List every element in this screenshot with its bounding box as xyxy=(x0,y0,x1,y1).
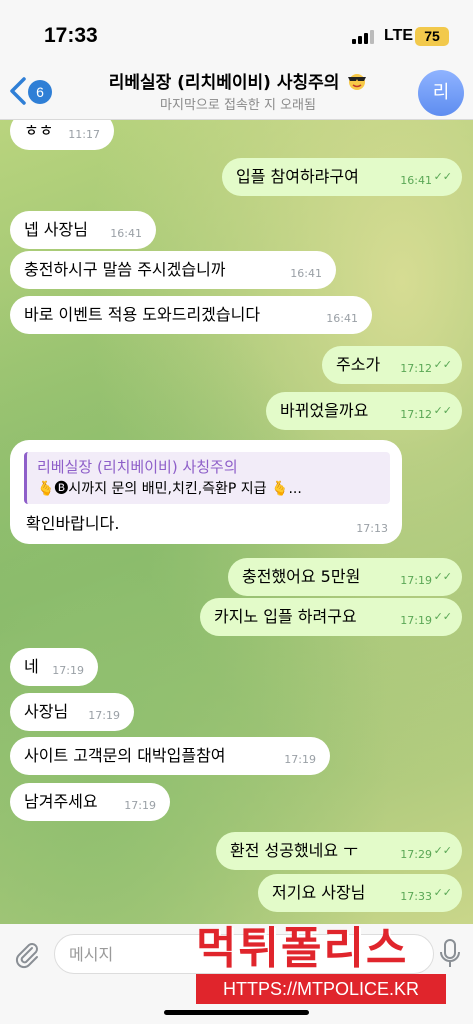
message-time: 17:19 xyxy=(124,799,156,812)
message-time: 17:19 xyxy=(88,709,120,722)
message-bubble: 충전하시구 말씀 주시겠습니까 16:41 xyxy=(10,251,336,289)
message-bubble: 카지노 입플 하려구요 17:19 ✓✓ xyxy=(200,598,462,636)
message-text: ㅎㅎ xyxy=(24,121,54,140)
message-time: 17:19 xyxy=(52,664,84,677)
message-text: 네 xyxy=(24,657,39,676)
message-time: 16:41 xyxy=(110,227,142,240)
message-bubble: 충전했어요 5만원 17:19 ✓✓ xyxy=(228,558,462,596)
message-bubble: 사장님 17:19 xyxy=(10,693,134,731)
message-time: 17:12 xyxy=(400,362,432,375)
read-checkmarks-icon: ✓✓ xyxy=(433,404,452,417)
quoted-message[interactable]: 리베실장 (리치베이비) 사칭주의 🫰🅑시까지 문의 배민,치킨,즉환P 지급 … xyxy=(24,452,390,504)
message-time: 17:19 xyxy=(400,574,432,587)
message-time: 17:19 xyxy=(284,753,316,766)
message-text: 확인바랍니다. xyxy=(26,514,120,533)
home-indicator[interactable] xyxy=(164,1010,309,1015)
battery-icon: 75 xyxy=(415,27,449,46)
chat-title-wrap[interactable]: 리베실장 (리치베이비) 사칭주의 xyxy=(78,68,398,93)
back-chevron-icon[interactable] xyxy=(6,76,30,106)
message-bubble: 입플 참여하랴구여 16:41 ✓✓ xyxy=(222,158,462,196)
message-bubble: 사이트 고객문의 대박입플참여 17:19 xyxy=(10,737,330,775)
message-bubble: 환전 성공했네요 ㅜ 17:29 ✓✓ xyxy=(216,832,462,870)
message-text: 카지노 입플 하려구요 xyxy=(214,607,357,626)
status-bar: 17:33 LTE 75 xyxy=(0,0,473,64)
message-time: 16:41 xyxy=(400,174,432,187)
watermark-logo: 먹튀폴리스 HTTPS://MTPOLICE.KR xyxy=(196,912,446,1008)
message-text: 저기요 사장님 xyxy=(272,883,366,902)
chat-area[interactable]: ㅎㅎ 11:17 입플 참여하랴구여 16:41 ✓✓ 넵 사장님 16:41 … xyxy=(0,120,473,924)
message-text: 충전하시구 말씀 주시겠습니까 xyxy=(24,260,226,279)
reply-message-bubble: 리베실장 (리치베이비) 사칭주의 🫰🅑시까지 문의 배민,치킨,즉환P 지급 … xyxy=(10,440,402,544)
message-time: 17:19 xyxy=(400,614,432,627)
message-text: 환전 성공했네요 ㅜ xyxy=(230,841,358,860)
message-bubble: 바뀌었을까요 17:12 ✓✓ xyxy=(266,392,462,430)
read-checkmarks-icon: ✓✓ xyxy=(433,886,452,899)
watermark-title: 먹튀폴리스 xyxy=(196,923,409,974)
message-text: 사이트 고객문의 대박입플참여 xyxy=(24,746,226,765)
avatar[interactable]: 리 xyxy=(418,70,464,116)
message-text: 넵 사장님 xyxy=(24,220,88,239)
watermark-url: HTTPS://MTPOLICE.KR xyxy=(196,974,446,1004)
message-time: 11:17 xyxy=(68,128,100,141)
message-text: 입플 참여하랴구여 xyxy=(236,167,359,186)
message-time: 17:13 xyxy=(356,522,388,535)
message-bubble: 바로 이벤트 적용 도와드리겠습니다 16:41 xyxy=(10,296,372,334)
message-text: 사장님 xyxy=(24,702,69,721)
message-bubble: 남겨주세요 17:19 xyxy=(10,783,170,821)
message-text: 주소가 xyxy=(336,355,381,374)
message-time: 16:41 xyxy=(290,267,322,280)
message-bubble: ㅎㅎ 11:17 xyxy=(10,120,114,150)
message-text: 남겨주세요 xyxy=(24,792,98,811)
paperclip-icon[interactable] xyxy=(12,940,42,970)
signal-icon xyxy=(352,30,378,44)
message-bubble: 저기요 사장님 17:33 ✓✓ xyxy=(258,874,462,912)
read-checkmarks-icon: ✓✓ xyxy=(433,358,452,371)
message-time: 17:29 xyxy=(400,848,432,861)
quoted-text: 🫰🅑시까지 문의 배민,치킨,즉환P 지급 🫰... xyxy=(37,481,302,497)
message-text: 바뀌었을까요 xyxy=(280,401,369,420)
last-seen-status: 마지막으로 접속한 지 오래됨 xyxy=(160,98,316,113)
message-time: 16:41 xyxy=(326,312,358,325)
message-bubble: 네 17:19 xyxy=(10,648,98,686)
message-bubble: 넵 사장님 16:41 xyxy=(10,211,156,249)
message-bubble: 주소가 17:12 ✓✓ xyxy=(322,346,462,384)
read-checkmarks-icon: ✓✓ xyxy=(433,570,452,583)
quoted-sender: 리베실장 (리치베이비) 사칭주의 xyxy=(37,458,238,476)
message-text: 충전했어요 5만원 xyxy=(242,567,361,586)
unread-count-badge[interactable]: 6 xyxy=(28,80,52,104)
message-time: 17:33 xyxy=(400,890,432,903)
status-time: 17:33 xyxy=(44,24,98,47)
message-time: 17:12 xyxy=(400,408,432,421)
chat-header: 6 리베실장 (리치베이비) 사칭주의 마지막으로 접속한 지 오래됨 리 xyxy=(0,56,473,120)
sunglasses-face-icon xyxy=(348,74,367,90)
message-text: 바로 이벤트 적용 도와드리겠습니다 xyxy=(24,305,261,324)
network-label: LTE xyxy=(384,27,414,44)
chat-title: 리베실장 (리치베이비) 사칭주의 xyxy=(108,73,340,93)
read-checkmarks-icon: ✓✓ xyxy=(433,170,452,183)
read-checkmarks-icon: ✓✓ xyxy=(433,610,452,623)
read-checkmarks-icon: ✓✓ xyxy=(433,844,452,857)
